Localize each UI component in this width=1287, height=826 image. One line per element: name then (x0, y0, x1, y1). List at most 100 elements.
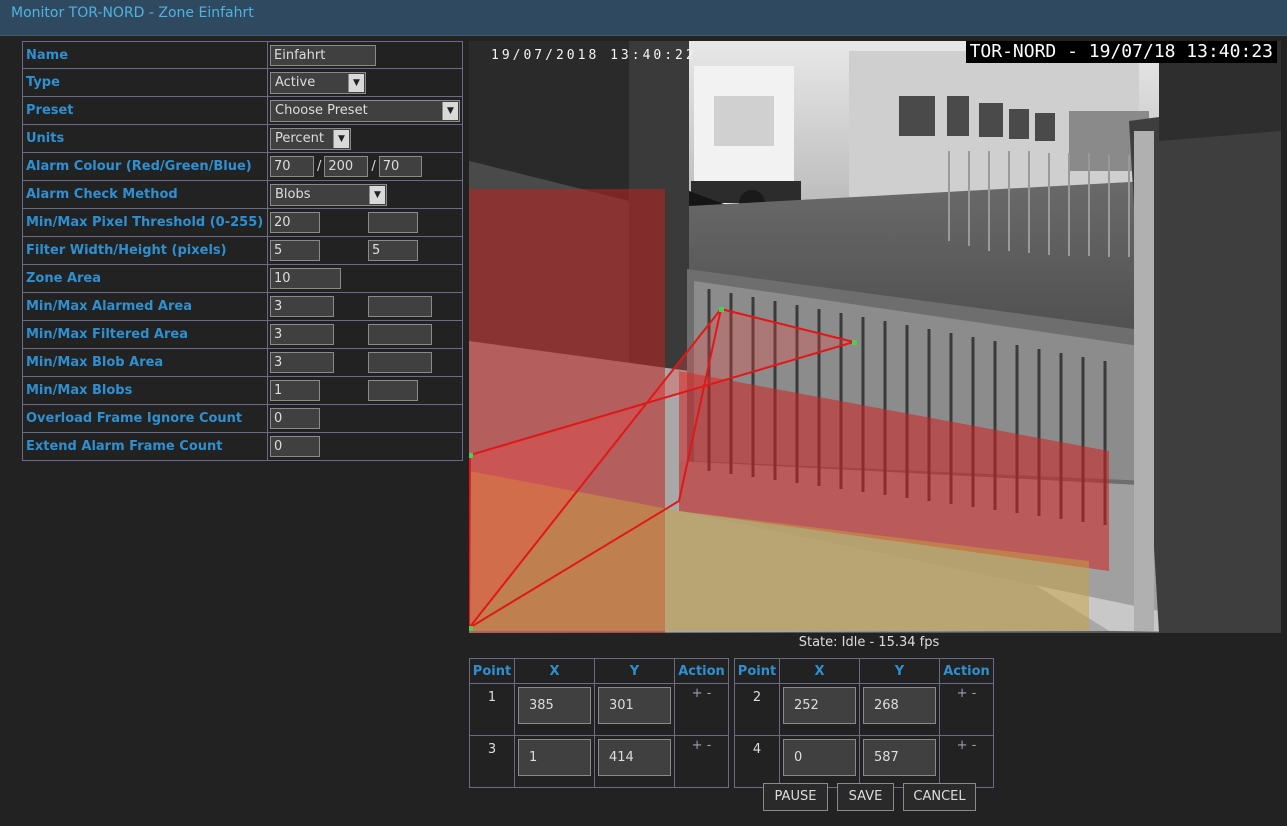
save-button[interactable]: SAVE (837, 783, 894, 811)
settings-row-name: Name Einfahrt (22, 41, 463, 69)
overload-ignore-label: Overload Frame Ignore Count (22, 404, 268, 433)
units-label: Units (22, 124, 268, 153)
point-action-links[interactable]: + - (939, 735, 994, 788)
table-row: 1 385 301 + - (469, 683, 729, 736)
alarm-colour-green-input[interactable]: 200 (324, 156, 369, 177)
alarmed-area-max-input[interactable] (368, 296, 432, 317)
camera-image (469, 41, 1281, 633)
action-header: Action (674, 658, 729, 684)
point-number: 1 (469, 683, 515, 736)
pixel-threshold-label: Min/Max Pixel Threshold (0-255) (22, 208, 268, 237)
point-y-input[interactable]: 268 (863, 687, 936, 724)
chevron-down-icon: ▼ (369, 185, 385, 204)
y-header: Y (859, 658, 940, 684)
filtered-area-label: Min/Max Filtered Area (22, 320, 268, 349)
overload-ignore-input[interactable]: 0 (270, 408, 320, 429)
extend-alarm-input[interactable]: 0 (270, 436, 320, 457)
alarm-colour-label: Alarm Colour (Red/Green/Blue) (22, 152, 268, 181)
settings-row-overload-ignore: Overload Frame Ignore Count 0 (22, 404, 463, 433)
alarm-check-method-label: Alarm Check Method (22, 180, 268, 209)
settings-row-zone-area: Zone Area 10 (22, 264, 463, 293)
separator: / (317, 159, 322, 174)
zone-settings-table: Name Einfahrt Type Active ▼ Preset Choose… (22, 41, 463, 461)
chevron-down-icon: ▼ (333, 129, 349, 148)
chevron-down-icon: ▼ (348, 73, 364, 92)
timestamp-overlay: 19/07/2018 13:40:22 (491, 48, 697, 63)
point-number: 2 (734, 683, 780, 736)
filter-height-input[interactable]: 5 (368, 240, 418, 261)
point-y-input[interactable]: 587 (863, 739, 936, 776)
alarm-check-method-select[interactable]: Blobs ▼ (270, 183, 387, 206)
point-y-input[interactable]: 301 (598, 687, 671, 724)
point-number: 3 (469, 735, 515, 788)
table-row: 4 0 587 + - (734, 735, 994, 788)
x-header: X (514, 658, 595, 684)
name-input[interactable]: Einfahrt (270, 44, 376, 66)
pixel-threshold-min-input[interactable]: 20 (270, 212, 320, 233)
settings-row-preset: Preset Choose Preset ▼ (22, 96, 463, 125)
point-action-links[interactable]: + - (674, 735, 729, 788)
points-table-left: Point X Y Action 1 385 301 + - 3 1 414 +… (469, 658, 729, 788)
filter-width-input[interactable]: 5 (270, 240, 320, 261)
settings-row-type: Type Active ▼ (22, 68, 463, 97)
filtered-area-max-input[interactable] (368, 324, 432, 345)
point-action-links[interactable]: + - (939, 683, 994, 736)
blobs-min-input[interactable]: 1 (270, 380, 320, 401)
blob-area-min-input[interactable]: 3 (270, 352, 334, 373)
camera-name-overlay: TOR-NORD - 19/07/18 13:40:23 (965, 41, 1277, 63)
separator: / (371, 159, 376, 174)
chevron-down-icon: ▼ (442, 101, 458, 120)
extend-alarm-label: Extend Alarm Frame Count (22, 432, 268, 461)
name-label: Name (22, 41, 268, 69)
alarm-colour-red-input[interactable]: 70 (270, 156, 314, 177)
table-row: 3 1 414 + - (469, 735, 729, 788)
zone-area-label: Zone Area (22, 264, 268, 293)
units-select[interactable]: Percent ▼ (270, 127, 351, 150)
point-action-links[interactable]: + - (674, 683, 729, 736)
filter-size-label: Filter Width/Height (pixels) (22, 236, 268, 265)
blobs-max-input[interactable] (368, 380, 418, 401)
type-label: Type (22, 68, 268, 97)
points-table-right: Point X Y Action 2 252 268 + - 4 0 587 +… (734, 658, 994, 788)
alarm-colour-blue-input[interactable]: 70 (378, 156, 422, 177)
settings-row-units: Units Percent ▼ (22, 124, 463, 153)
settings-row-filter-size: Filter Width/Height (pixels) 5 5 (22, 236, 463, 265)
page-title: Monitor TOR-NORD - Zone Einfahrt (11, 5, 254, 21)
blobs-label: Min/Max Blobs (22, 376, 268, 405)
pixel-threshold-max-input[interactable] (368, 212, 418, 233)
status-text: State: Idle - 15.34 fps (798, 635, 940, 650)
cancel-button[interactable]: CANCEL (903, 783, 976, 811)
alarmed-area-label: Min/Max Alarmed Area (22, 292, 268, 321)
point-y-input[interactable]: 414 (598, 739, 671, 776)
settings-row-pixel-threshold: Min/Max Pixel Threshold (0-255) 20 (22, 208, 463, 237)
table-row: 2 252 268 + - (734, 683, 994, 736)
point-x-input[interactable]: 252 (783, 687, 856, 724)
settings-row-filtered-area: Min/Max Filtered Area 3 (22, 320, 463, 349)
title-bar: Monitor TOR-NORD - Zone Einfahrt (0, 0, 1287, 36)
x-header: X (779, 658, 860, 684)
alarm-check-method-value: Blobs (275, 186, 311, 202)
alarmed-area-min-input[interactable]: 3 (270, 296, 334, 317)
type-select-value: Active (275, 74, 316, 90)
settings-row-alarm-colour: Alarm Colour (Red/Green/Blue) 70/200/70 (22, 152, 463, 181)
point-header: Point (469, 658, 515, 684)
filtered-area-min-input[interactable]: 3 (270, 324, 334, 345)
blob-area-max-input[interactable] (368, 352, 432, 373)
preset-select[interactable]: Choose Preset ▼ (270, 99, 460, 122)
settings-row-blob-area: Min/Max Blob Area 3 (22, 348, 463, 377)
preset-label: Preset (22, 96, 268, 125)
units-select-value: Percent (275, 130, 324, 146)
point-x-input[interactable]: 1 (518, 739, 591, 776)
action-header: Action (939, 658, 994, 684)
pause-button[interactable]: PAUSE (763, 783, 828, 811)
camera-feed[interactable]: 19/07/2018 13:40:22 TOR-NORD - 19/07/18 … (469, 41, 1281, 633)
y-header: Y (594, 658, 675, 684)
point-x-input[interactable]: 0 (783, 739, 856, 776)
point-header: Point (734, 658, 780, 684)
type-select[interactable]: Active ▼ (270, 71, 366, 94)
point-x-input[interactable]: 385 (518, 687, 591, 724)
settings-row-alarmed-area: Min/Max Alarmed Area 3 (22, 292, 463, 321)
preset-select-value: Choose Preset (275, 102, 368, 118)
point-number: 4 (734, 735, 780, 788)
zone-area-input[interactable]: 10 (270, 268, 341, 289)
